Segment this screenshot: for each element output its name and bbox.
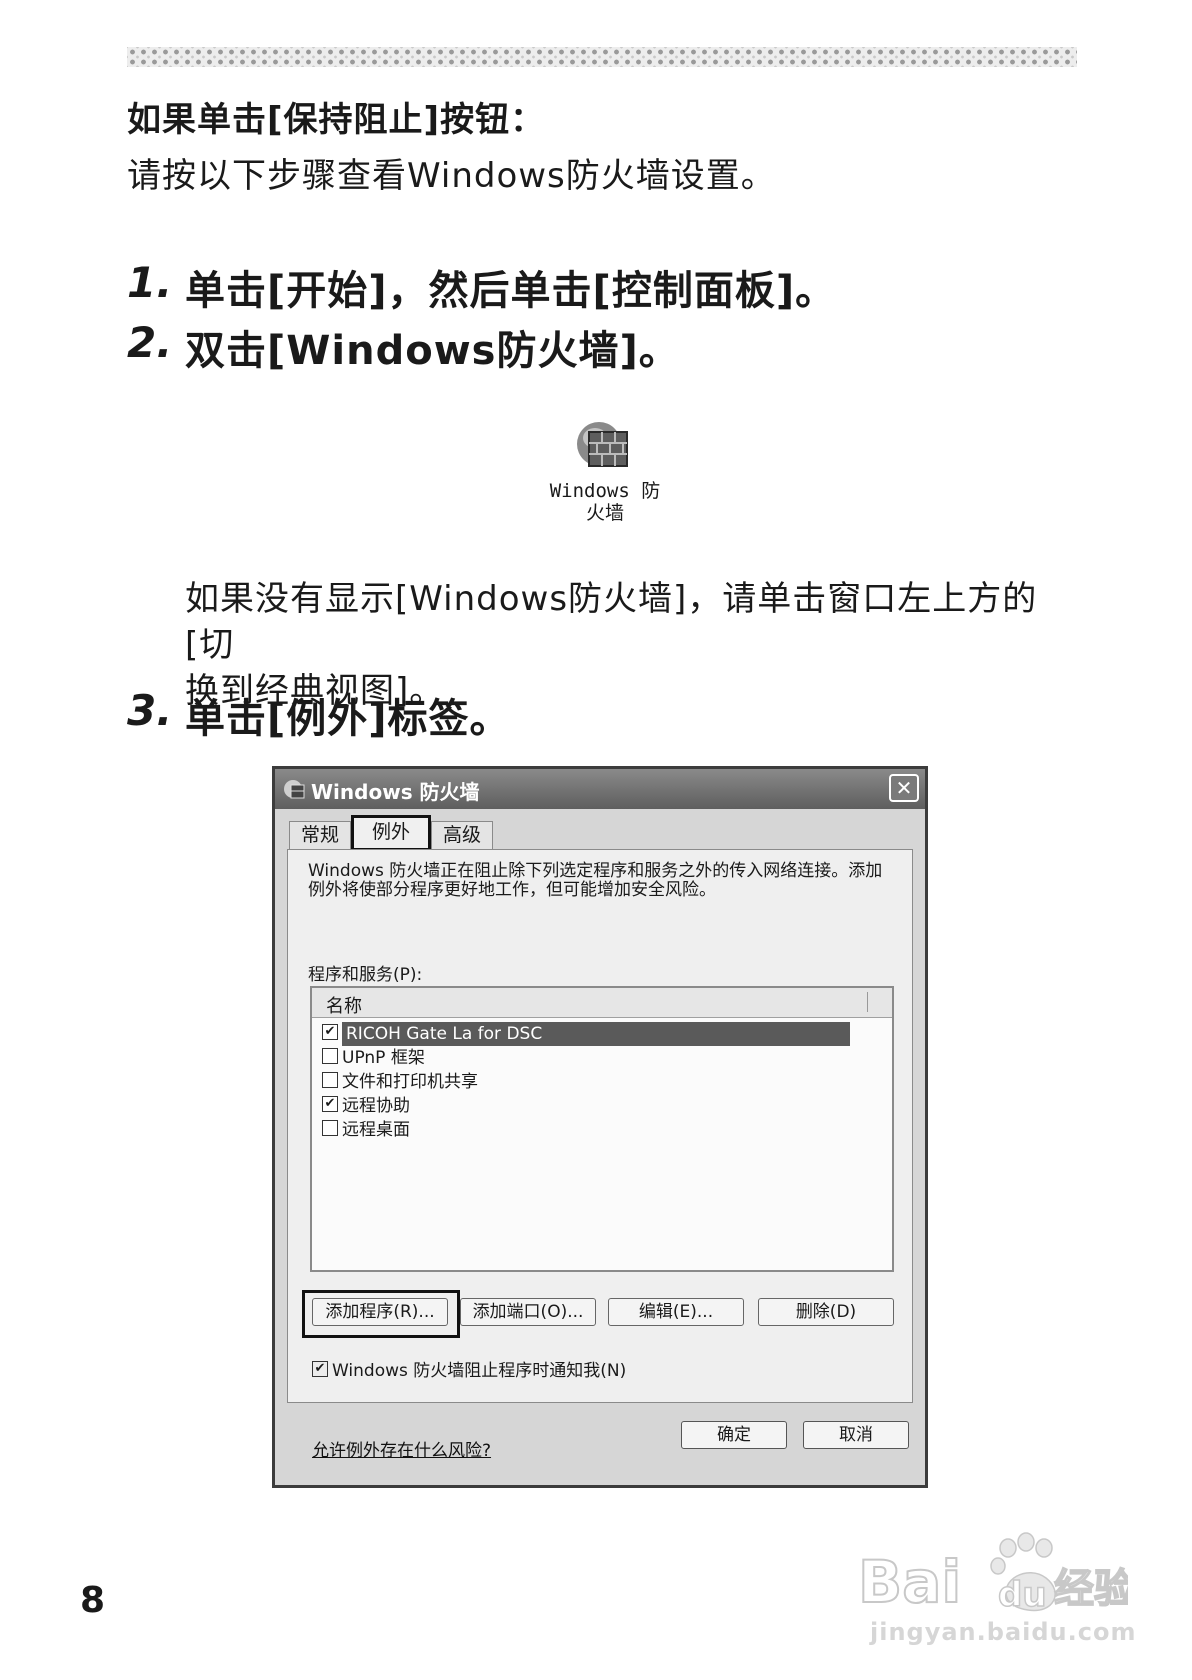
- watermark-brand-jingyan: 经验: [1054, 1566, 1128, 1612]
- list-item-label: UPnP 框架: [342, 1048, 425, 1068]
- exception-risk-link[interactable]: 允许例外存在什么风险?: [312, 1436, 491, 1461]
- add-program-button[interactable]: 添加程序(R)...: [312, 1298, 448, 1326]
- add-port-button[interactable]: 添加端口(O)...: [460, 1298, 596, 1326]
- ok-button[interactable]: 确定: [681, 1421, 787, 1449]
- exceptions-description: Windows 防火墙正在阻止除下列选定程序和服务之外的传入网络连接。添加例外将…: [308, 861, 883, 900]
- programs-services-label: 程序和服务(P):: [308, 965, 423, 985]
- list-item[interactable]: ✔ 远程协助: [322, 1094, 862, 1118]
- list-item-label: RICOH Gate La for DSC: [342, 1022, 850, 1046]
- list-item-label: 远程协助: [342, 1096, 410, 1116]
- step-1-text: 单击[开始]，然后单击[控制面板]。: [185, 268, 837, 314]
- decorative-dotted-bar: [127, 47, 1077, 67]
- exceptions-panel: Windows 防火墙正在阻止除下列选定程序和服务之外的传入网络连接。添加例外将…: [287, 849, 913, 1461]
- baidu-jingyan-watermark-logo: Bai du 经验: [858, 1532, 1128, 1617]
- page-number: 8: [80, 1580, 106, 1621]
- notify-checkbox[interactable]: ✔: [312, 1361, 328, 1377]
- watermark-url: jingyan.baidu.com: [870, 1618, 1137, 1646]
- list-item-checkbox[interactable]: [322, 1048, 338, 1064]
- list-item[interactable]: UPnP 框架: [322, 1046, 862, 1070]
- list-item-checkbox[interactable]: [322, 1120, 338, 1136]
- dialog-title: Windows 防火墙: [311, 780, 480, 804]
- delete-button[interactable]: 删除(D): [758, 1298, 894, 1326]
- firewall-icon-label-line2: 火墙: [585, 502, 624, 524]
- list-item-checkbox[interactable]: ✔: [322, 1024, 338, 1040]
- dialog-titlebar[interactable]: Windows 防火墙 ✕: [275, 769, 925, 809]
- programs-listbox[interactable]: 名称 ✔ RICOH Gate La for DSC UPnP 框架 文件和打印机…: [310, 986, 894, 1272]
- firewall-dialog: Windows 防火墙 ✕ 常规 例外 高级 Windows 防火墙正在阻止除下…: [272, 766, 928, 1488]
- firewall-small-icon: [284, 780, 305, 799]
- intro-subheading: 请按以下步骤查看Windows防火墙设置。: [127, 156, 776, 196]
- list-item-checkbox[interactable]: ✔: [322, 1096, 338, 1112]
- tab-exceptions[interactable]: 例外: [351, 815, 431, 851]
- tab-advanced[interactable]: 高级: [431, 821, 493, 849]
- list-header-separator: [867, 992, 868, 1012]
- list-item[interactable]: ✔ RICOH Gate La for DSC: [322, 1022, 862, 1046]
- firewall-icon[interactable]: [573, 418, 631, 470]
- step-3-number: 3.: [127, 686, 173, 735]
- close-button[interactable]: ✕: [889, 774, 919, 802]
- tab-general[interactable]: 常规: [289, 821, 351, 849]
- firewall-icon-label: Windows 防 火墙: [540, 480, 670, 524]
- list-item[interactable]: 文件和打印机共享: [322, 1070, 862, 1094]
- notify-option[interactable]: ✔ Windows 防火墙阻止程序时通知我(N): [312, 1356, 626, 1381]
- notify-label: Windows 防火墙阻止程序时通知我(N): [332, 1361, 627, 1381]
- list-header[interactable]: 名称: [312, 988, 892, 1018]
- list-item-label: 远程桌面: [342, 1120, 410, 1140]
- cancel-button[interactable]: 取消: [803, 1421, 909, 1449]
- intro-heading: 如果单击[保持阻止]按钮：: [127, 100, 546, 140]
- step-2-text: 双击[Windows防火墙]。: [185, 328, 680, 374]
- step-1-number: 1.: [127, 258, 173, 307]
- watermark-brand-du: du: [998, 1575, 1047, 1615]
- edit-button[interactable]: 编辑(E)...: [608, 1298, 744, 1326]
- step-2-number: 2.: [127, 318, 173, 367]
- list-item-checkbox[interactable]: [322, 1072, 338, 1088]
- list-item-label: 文件和打印机共享: [342, 1072, 478, 1092]
- list-item[interactable]: 远程桌面: [322, 1118, 862, 1142]
- step-3-text: 单击[例外]标签。: [185, 696, 511, 742]
- note-line-1: 如果没有显示[Windows防火墙]，请单击窗口左上方的[切: [185, 579, 1038, 665]
- list-header-name: 名称: [326, 996, 362, 1017]
- watermark-brand: Bai: [858, 1548, 961, 1616]
- firewall-icon-label-line1: Windows 防: [549, 480, 661, 502]
